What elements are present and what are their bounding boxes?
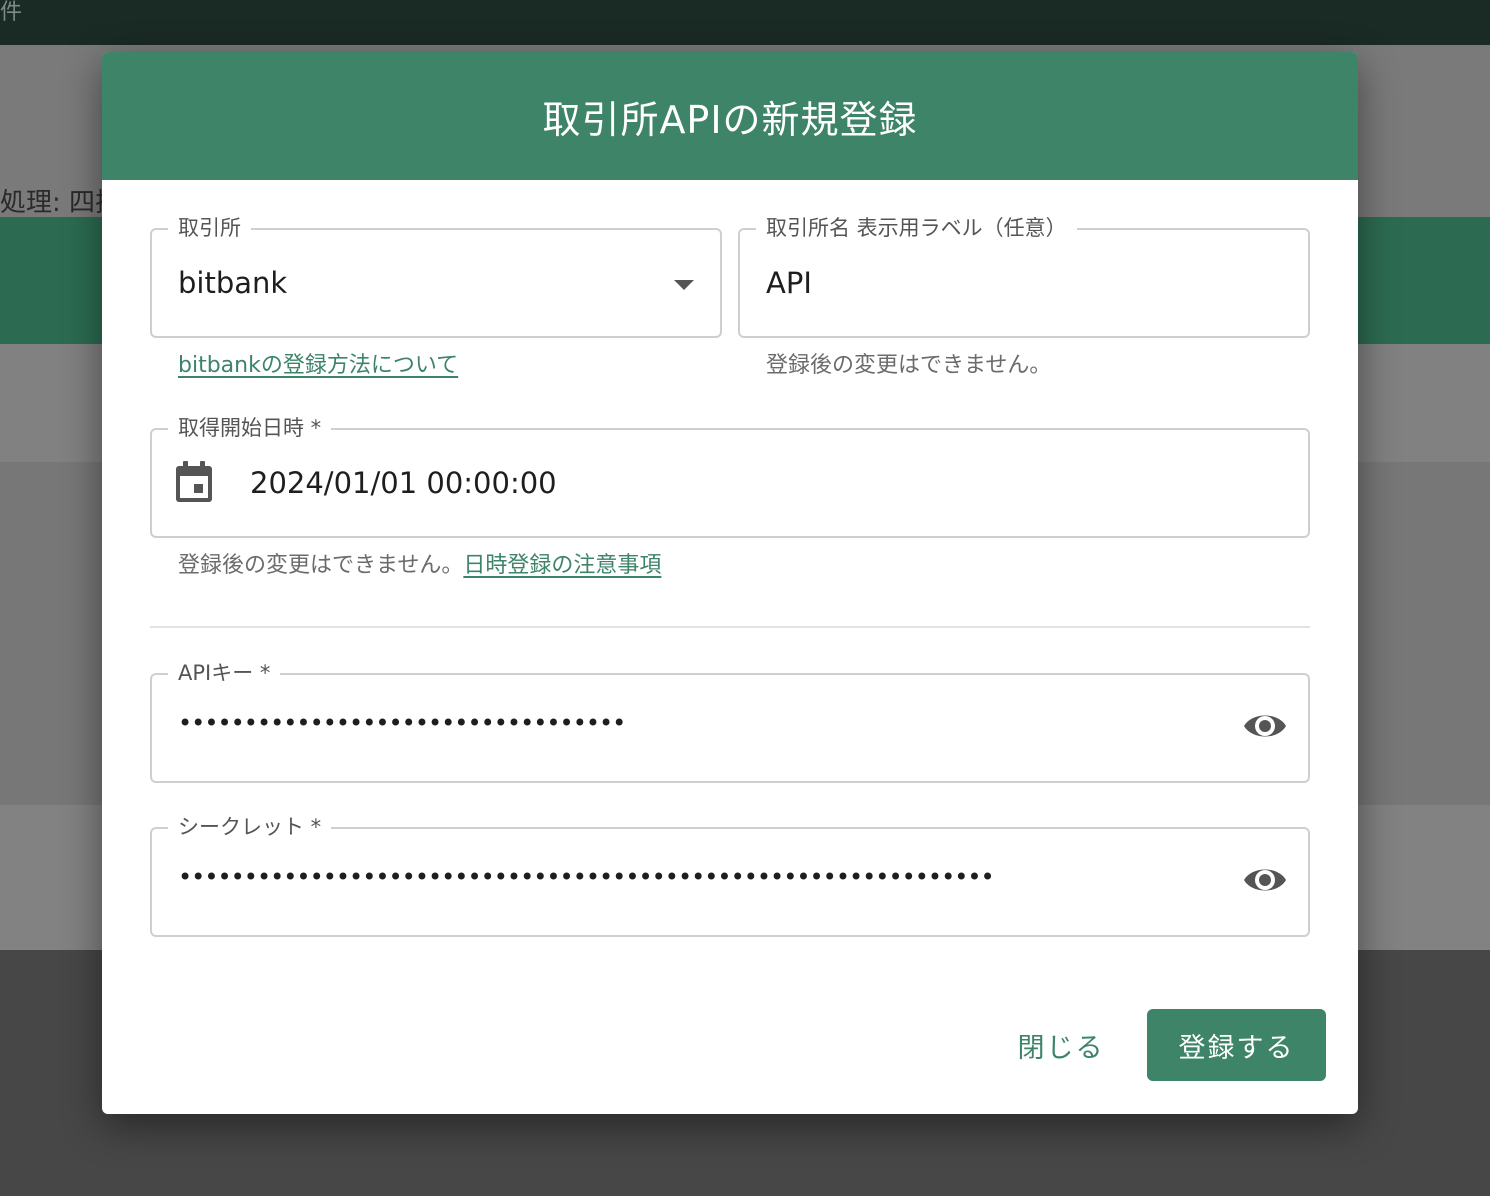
exchange-label: 取引所 [168, 214, 251, 242]
display-label-helper: 登録後の変更はできません。 [766, 353, 1052, 378]
calendar-icon[interactable] [174, 460, 214, 504]
display-label-value[interactable]: API [766, 266, 812, 300]
display-label-label: 取引所名 表示用ラベル（任意） [756, 214, 1077, 242]
api-key-input[interactable]: APIキー * ••••••••••••••••••••••••••••••••… [150, 659, 1310, 783]
api-key-label: APIキー * [168, 659, 281, 687]
register-api-dialog: 取引所APIの新規登録 取引所 bitbank bitbankの登録方法について… [102, 52, 1358, 1114]
dialog-header: 取引所APIの新規登録 [102, 52, 1358, 180]
start-datetime-label: 取得開始日時 * [168, 414, 332, 442]
eye-icon[interactable] [1242, 863, 1288, 897]
dropdown-arrow-icon[interactable] [674, 280, 694, 290]
secret-input[interactable]: シークレット * •••••••••••••••••••••••••••••••… [150, 813, 1310, 937]
secret-value[interactable]: ••••••••••••••••••••••••••••••••••••••••… [178, 863, 995, 891]
background-topbar: 件 [0, 0, 1490, 45]
eye-icon[interactable] [1242, 709, 1288, 743]
display-label-input[interactable]: 取引所名 表示用ラベル（任意） API [738, 214, 1310, 338]
datetime-notes-link[interactable]: 日時登録の注意事項 [463, 553, 661, 578]
secret-label: シークレット * [168, 813, 332, 841]
start-datetime-input[interactable]: 取得開始日時 * 2024/01/01 00:00:00 [150, 414, 1310, 538]
section-divider [150, 626, 1310, 628]
api-key-value[interactable]: •••••••••••••••••••••••••••••••••• [178, 709, 626, 737]
register-button[interactable]: 登録する [1147, 1009, 1326, 1081]
dialog-title: 取引所APIの新規登録 [542, 97, 918, 142]
exchange-value: bitbank [178, 266, 288, 300]
exchange-select[interactable]: 取引所 bitbank [150, 214, 722, 338]
start-datetime-helper: 登録後の変更はできません。 [178, 553, 464, 578]
start-datetime-value[interactable]: 2024/01/01 00:00:00 [250, 466, 557, 500]
close-button[interactable]: 閉じる [1008, 1009, 1114, 1081]
background-topbar-text: 件 [0, 0, 23, 25]
exchange-help-link[interactable]: bitbankの登録方法について [178, 353, 458, 378]
